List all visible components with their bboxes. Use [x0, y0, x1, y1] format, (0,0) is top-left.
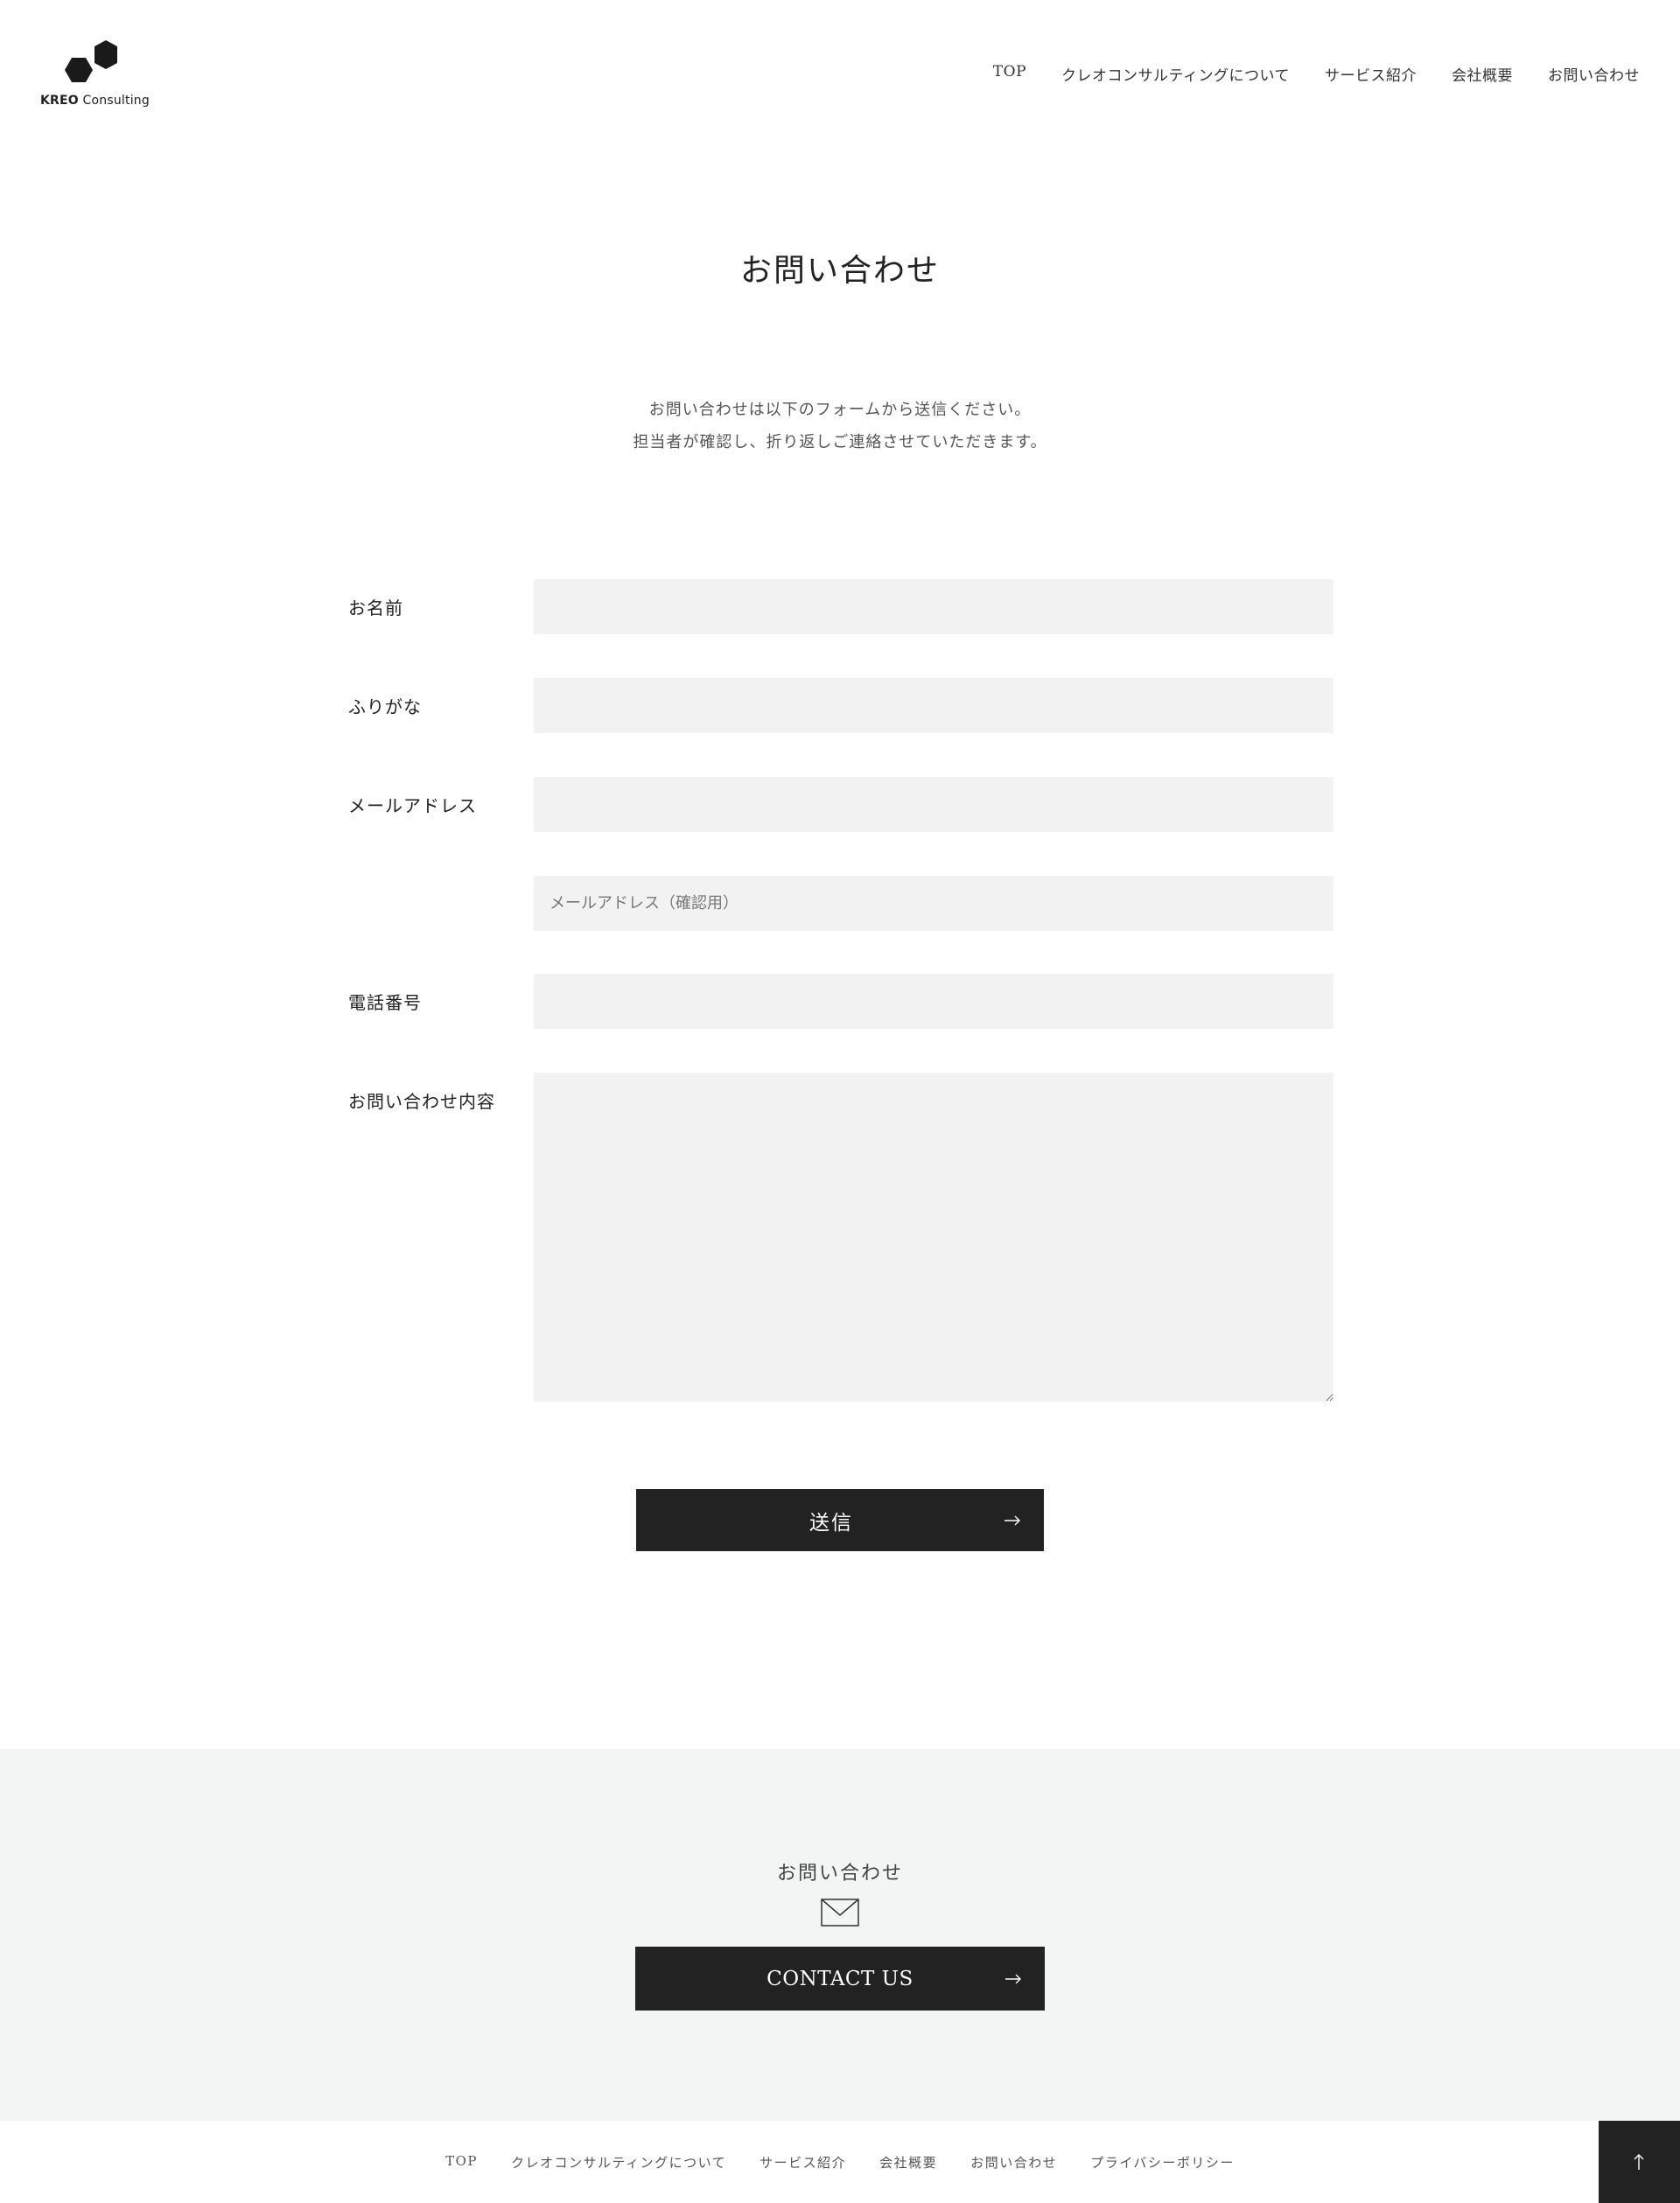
form-row-email-confirm — [348, 876, 1334, 931]
logo-brand: KREO — [40, 94, 79, 108]
footer-item-contact[interactable]: お問い合わせ — [970, 2153, 1057, 2172]
nav-item-top[interactable]: TOP — [993, 63, 1026, 85]
back-to-top-button[interactable] — [1599, 2121, 1680, 2203]
nav-item-about[interactable]: クレオコンサルティングについて — [1061, 63, 1290, 85]
footer-item-services[interactable]: サービス紹介 — [760, 2153, 846, 2172]
global-nav: TOP クレオコンサルティングについて サービス紹介 会社概要 お問い合わせ — [993, 63, 1640, 85]
footer-item-company[interactable]: 会社概要 — [879, 2153, 937, 2172]
footer-item-privacy[interactable]: プライバシーポリシー — [1090, 2153, 1235, 2172]
phone-label: 電話番号 — [348, 992, 422, 1013]
name-input[interactable] — [534, 579, 1334, 634]
phone-input[interactable] — [534, 974, 1334, 1029]
envelope-icon — [821, 1899, 859, 1927]
intro-text: お問い合わせは以下のフォームから送信ください。 担当者が確認し、折り返しご連絡さ… — [0, 394, 1680, 458]
arrow-up-icon — [1634, 2154, 1644, 2170]
email-confirm-input[interactable] — [534, 876, 1334, 931]
email-label: メールアドレス — [348, 795, 477, 816]
logo-text: KREO Consulting — [40, 94, 150, 108]
submit-button-label: 送信 — [809, 1511, 853, 1535]
nav-item-company[interactable]: 会社概要 — [1452, 63, 1513, 85]
message-textarea[interactable] — [534, 1073, 1334, 1402]
contact-section: お問い合わせ CONTACT US — [0, 1749, 1680, 2121]
furigana-input[interactable] — [534, 678, 1334, 733]
intro-line-1: お問い合わせは以下のフォームから送信ください。 — [648, 401, 1032, 419]
nav-item-contact[interactable]: お問い合わせ — [1548, 63, 1640, 85]
message-label: お問い合わせ内容 — [348, 1091, 495, 1112]
form-row-email: メールアドレス — [348, 777, 1334, 832]
site-footer: TOP クレオコンサルティングについて サービス紹介 会社概要 お問い合わせ プ… — [0, 2121, 1680, 2203]
form-row-phone: 電話番号 — [348, 974, 1334, 1029]
form-row-furigana: ふりがな — [348, 678, 1334, 733]
footer-nav: TOP クレオコンサルティングについて サービス紹介 会社概要 お問い合わせ プ… — [0, 2153, 1680, 2172]
arrow-right-icon — [1004, 1515, 1020, 1525]
contact-us-button[interactable]: CONTACT US — [635, 1947, 1045, 2011]
logo-suffix: Consulting — [78, 94, 150, 108]
intro-line-2: 担当者が確認し、折り返しご連絡させていただきます。 — [633, 433, 1047, 451]
hexagon-logo-icon — [65, 40, 117, 82]
logo-link[interactable]: KREO Consulting — [40, 38, 150, 114]
contact-heading: お問い合わせ — [776, 1863, 903, 1885]
submit-button[interactable]: 送信 — [636, 1489, 1044, 1551]
footer-item-about[interactable]: クレオコンサルティングについて — [511, 2153, 726, 2172]
furigana-label: ふりがな — [348, 696, 422, 717]
email-confirm-label-spacer — [348, 876, 534, 893]
contact-us-label: CONTACT US — [766, 1967, 914, 1990]
footer-item-top[interactable]: TOP — [445, 2153, 478, 2172]
email-input[interactable] — [534, 777, 1334, 832]
form-row-message: お問い合わせ内容 — [348, 1073, 1334, 1402]
page-title: お問い合わせ — [739, 253, 940, 289]
nav-item-services[interactable]: サービス紹介 — [1325, 63, 1417, 85]
site-header: KREO Consulting TOP クレオコンサルティングについて サービス… — [0, 0, 1680, 149]
arrow-right-icon — [1005, 1974, 1021, 1983]
form-row-name: お名前 — [348, 579, 1334, 634]
name-label: お名前 — [348, 598, 403, 619]
